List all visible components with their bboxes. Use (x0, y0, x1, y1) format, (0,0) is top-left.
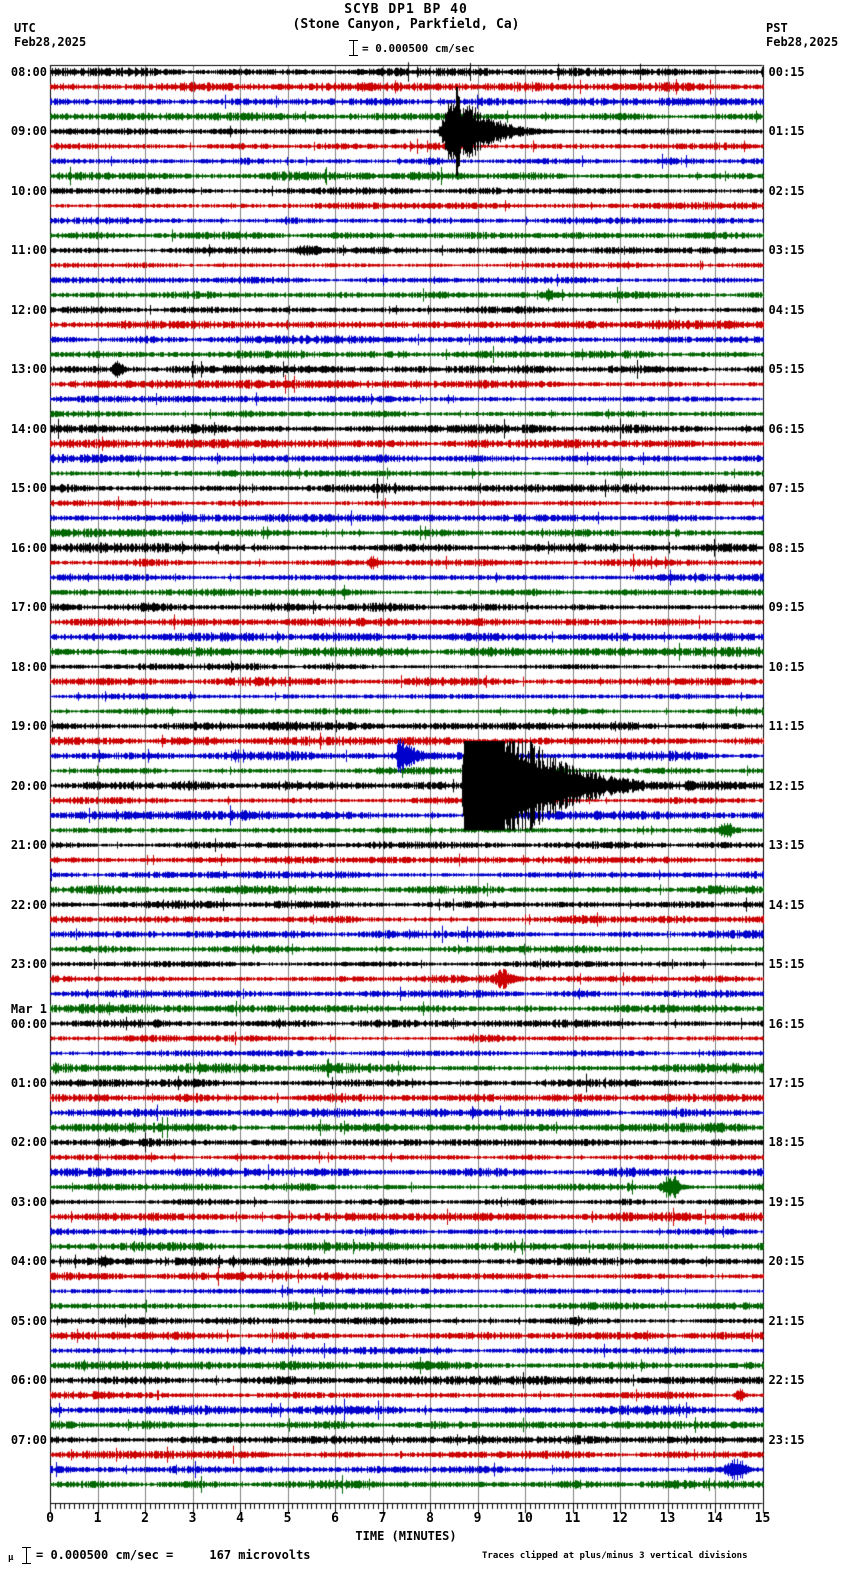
utc-time-label: 02:00 (10, 1135, 47, 1150)
pst-time-label: 06:15 (768, 421, 805, 436)
left-timezone-label: UTC (14, 21, 36, 35)
utc-time-label: 08:00 (10, 65, 47, 79)
pst-time-label: 11:15 (768, 719, 805, 734)
footer-scale-text: = 0.000500 cm/sec = 167 microvolts (36, 1548, 311, 1562)
utc-time-label: 00:00 (10, 1016, 47, 1031)
utc-time-label: 15:00 (10, 481, 47, 496)
pst-time-label: 01:15 (768, 124, 805, 139)
right-timezone-label: PST (766, 21, 788, 35)
minute-tick-label: 11 (564, 1511, 581, 1526)
right-date-label: Feb28,2025 (766, 35, 839, 49)
minute-tick-label: 0 (46, 1511, 54, 1526)
pst-time-label: 13:15 (768, 838, 805, 853)
pst-time-label: 08:15 (768, 540, 805, 555)
minute-tick-label: 12 (612, 1511, 628, 1526)
pst-time-label: 23:15 (768, 1432, 805, 1447)
pst-time-label: 05:15 (768, 362, 805, 377)
minute-tick-label: 4 (236, 1511, 244, 1526)
minute-tick-label: 8 (426, 1511, 434, 1526)
utc-time-label: 22:00 (10, 897, 47, 912)
pst-time-label: 04:15 (768, 302, 805, 317)
pst-time-label: 16:15 (768, 1016, 805, 1031)
x-axis-title: TIME (MINUTES) (355, 1529, 457, 1543)
helicorder-canvas (0, 0, 850, 1584)
pst-time-label: 10:15 (768, 659, 805, 674)
pst-time-label: 14:15 (768, 897, 805, 912)
mu-glyph: μ (8, 1553, 14, 1563)
utc-time-label: 04:00 (10, 1254, 47, 1269)
utc-time-label: 01:00 (10, 1076, 47, 1091)
pst-time-label: 00:15 (768, 65, 805, 79)
minute-tick-label: 14 (707, 1511, 723, 1526)
utc-time-label: 19:00 (10, 719, 47, 734)
minute-tick-label: 3 (188, 1511, 197, 1526)
utc-time-label: 20:00 (10, 778, 47, 793)
utc-time-label: 06:00 (10, 1373, 47, 1388)
pst-time-label: 02:15 (768, 183, 805, 198)
pst-time-label: 07:15 (768, 481, 805, 496)
utc-time-label: 16:00 (10, 540, 47, 555)
minute-tick-label: 9 (473, 1511, 482, 1526)
minute-tick-label: 6 (331, 1511, 339, 1526)
utc-time-label: 14:00 (10, 421, 47, 436)
station-subtitle: (Stone Canyon, Parkfield, Ca) (292, 17, 520, 32)
utc-time-label: 09:00 (10, 124, 47, 139)
pst-time-label: 03:15 (768, 243, 805, 258)
minute-tick-label: 1 (93, 1511, 102, 1526)
pst-time-label: 21:15 (768, 1313, 805, 1328)
minute-tick-label: 13 (659, 1511, 676, 1526)
minute-tick-label: 10 (517, 1511, 533, 1526)
minute-tick-label: 5 (283, 1511, 292, 1526)
utc-time-label: 07:00 (10, 1432, 47, 1447)
utc-time-label: 13:00 (10, 362, 47, 377)
date-change-label: Mar 1 (10, 1001, 47, 1016)
utc-time-label: 11:00 (10, 243, 47, 258)
pst-time-label: 20:15 (768, 1254, 805, 1269)
utc-time-label: 21:00 (10, 838, 47, 853)
minute-tick-label: 15 (754, 1511, 771, 1526)
utc-time-label: 05:00 (10, 1313, 47, 1328)
pst-time-label: 17:15 (768, 1076, 805, 1091)
pst-time-label: 15:15 (768, 957, 805, 972)
pst-time-label: 19:15 (768, 1194, 805, 1209)
pst-time-label: 12:15 (768, 778, 805, 793)
utc-time-label: 17:00 (10, 600, 47, 615)
minute-tick-label: 2 (141, 1511, 149, 1526)
footer-clip-note: Traces clipped at plus/minus 3 vertical … (482, 1551, 748, 1561)
utc-time-label: 18:00 (10, 659, 47, 674)
scale-label: = 0.000500 cm/sec (362, 42, 475, 55)
minute-tick-label: 7 (378, 1511, 387, 1526)
scale-bar-icon-footer (22, 1547, 31, 1564)
left-date-label: Feb28,2025 (14, 35, 87, 49)
helicorder-page: SCYB DP1 BP 40 (Stone Canyon, Parkfield,… (0, 0, 850, 1584)
utc-time-label: 12:00 (10, 302, 47, 317)
utc-time-label: 10:00 (10, 183, 47, 198)
scale-bar-icon (349, 40, 358, 56)
utc-time-label: 23:00 (10, 957, 47, 972)
pst-time-label: 18:15 (768, 1135, 805, 1150)
utc-time-label: 03:00 (10, 1194, 47, 1209)
station-title: SCYB DP1 BP 40 (344, 2, 468, 17)
pst-time-label: 09:15 (768, 600, 805, 615)
pst-time-label: 22:15 (768, 1373, 805, 1388)
